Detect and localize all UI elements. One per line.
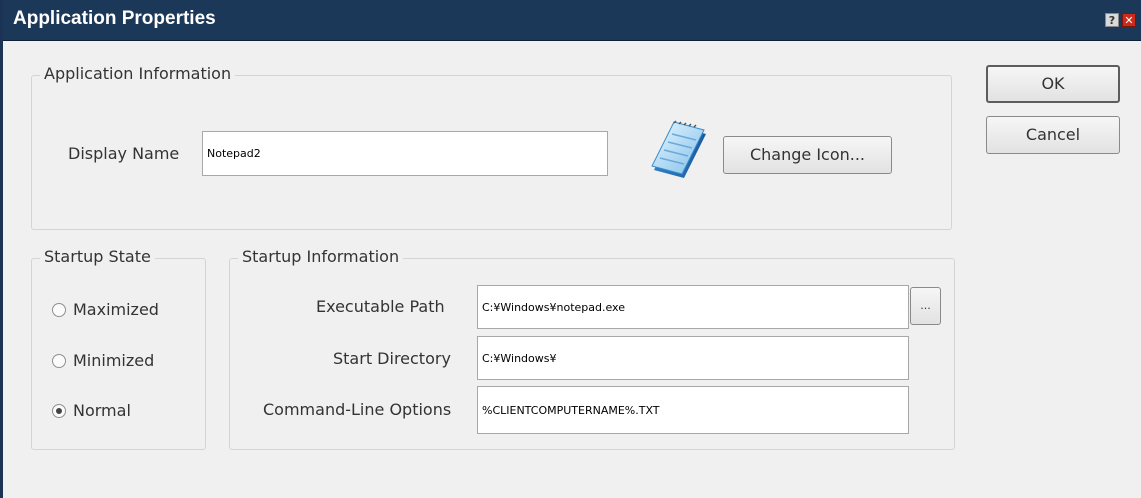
application-properties-dialog: Application Properties ? ✕ Application I… bbox=[0, 0, 1141, 498]
radio-maximized-label: Maximized bbox=[73, 300, 159, 319]
ok-button[interactable]: OK bbox=[986, 65, 1120, 103]
title-bar: Application Properties ? ✕ bbox=[3, 0, 1141, 41]
start-directory-label: Start Directory bbox=[333, 349, 451, 368]
radio-minimized-button[interactable] bbox=[52, 354, 66, 368]
change-icon-button-label: Change Icon... bbox=[749, 145, 866, 164]
command-line-options-label: Command-Line Options bbox=[263, 400, 452, 419]
radio-minimized-label: Minimized bbox=[73, 351, 155, 370]
change-icon-button[interactable]: Change Icon... bbox=[723, 136, 892, 174]
notepad-icon bbox=[648, 120, 710, 182]
command-line-options-input[interactable] bbox=[477, 386, 909, 434]
executable-path-label: Executable Path bbox=[316, 297, 445, 316]
start-directory-input[interactable] bbox=[477, 336, 909, 380]
cancel-button-label: Cancel bbox=[1025, 125, 1081, 144]
ok-button-label: OK bbox=[1041, 74, 1065, 93]
application-information-legend: Application Information bbox=[40, 64, 236, 83]
display-name-label: Display Name bbox=[68, 144, 180, 163]
browse-button-label: ... bbox=[920, 299, 931, 312]
display-name-input[interactable] bbox=[202, 131, 608, 176]
close-icon[interactable]: ✕ bbox=[1122, 13, 1136, 27]
startup-information-legend: Startup Information bbox=[238, 247, 404, 266]
window-title: Application Properties bbox=[13, 8, 216, 29]
help-icon[interactable]: ? bbox=[1105, 13, 1119, 27]
radio-normal-label: Normal bbox=[73, 401, 131, 420]
executable-path-input[interactable] bbox=[477, 285, 909, 329]
browse-button[interactable]: ... bbox=[910, 287, 941, 325]
startup-state-legend: Startup State bbox=[40, 247, 155, 266]
cancel-button[interactable]: Cancel bbox=[986, 116, 1120, 154]
radio-normal-button[interactable] bbox=[52, 404, 66, 418]
radio-maximized-button[interactable] bbox=[52, 303, 66, 317]
